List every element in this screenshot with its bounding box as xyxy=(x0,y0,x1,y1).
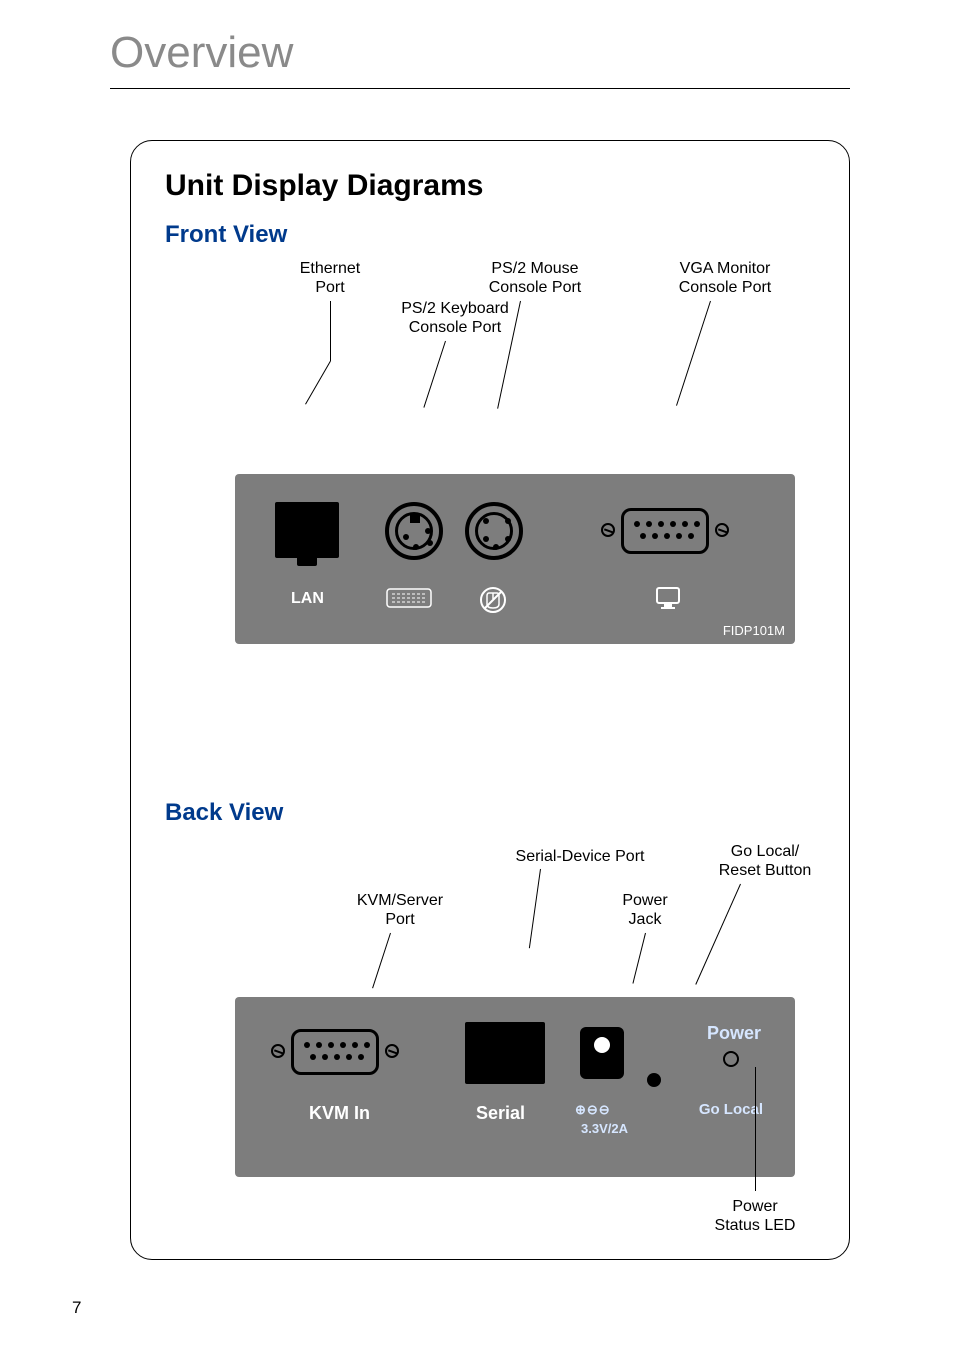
ethernet-port-icon xyxy=(275,502,339,558)
page-number: 7 xyxy=(72,1298,81,1318)
powerled-callout: Power Status LED xyxy=(685,1197,825,1235)
callout-text: Port xyxy=(385,911,414,928)
back-panel: KVM In Serial ⊕⊖⊖ 3.3V/2A Power Go Local xyxy=(235,997,795,1177)
callout-text: Go Local/ xyxy=(731,843,799,860)
ps2-keyboard-port-icon xyxy=(385,502,443,560)
mouse-crossed-icon xyxy=(479,586,507,619)
callout-text: Console Port xyxy=(679,279,772,296)
callout-text: Ethernet xyxy=(300,260,360,277)
back-view-heading: Back View xyxy=(165,799,283,827)
callout-text: VGA Monitor xyxy=(680,260,771,277)
polarity-symbol: ⊕⊖⊖ xyxy=(575,1102,611,1118)
golocal-callout: Go Local/ Reset Button xyxy=(695,842,835,880)
ps2-mouse-port-icon xyxy=(465,502,523,560)
lan-label: LAN xyxy=(291,590,324,608)
callout-text: Console Port xyxy=(409,319,502,336)
front-panel: LAN xyxy=(235,474,795,644)
callout-text: Power xyxy=(732,1198,777,1215)
front-view-heading: Front View xyxy=(165,221,815,249)
callout-text: Console Port xyxy=(489,279,582,296)
ethernet-callout: Ethernet Port xyxy=(270,259,390,297)
kvm-in-label: KVM In xyxy=(309,1103,370,1124)
powerjack-callout: Power Jack xyxy=(595,891,695,929)
callout-text: Jack xyxy=(629,911,662,928)
keyboard-icon xyxy=(386,588,432,615)
title-divider xyxy=(110,88,850,89)
page-title: Overview xyxy=(110,28,293,78)
go-local-label: Go Local xyxy=(699,1101,763,1118)
callout-text: Reset Button xyxy=(719,862,812,879)
power-led-icon xyxy=(723,1051,739,1067)
kvm-callout: KVM/Server Port xyxy=(330,891,470,929)
callout-text: PS/2 Keyboard xyxy=(401,300,509,317)
diagram-card: Unit Display Diagrams Front View Etherne… xyxy=(130,140,850,1260)
voltage-label: 3.3V/2A xyxy=(581,1121,628,1136)
serial-callout: Serial-Device Port xyxy=(490,847,670,866)
serial-label: Serial xyxy=(476,1103,525,1124)
callout-text: PS/2 Mouse xyxy=(491,260,578,277)
vga-port-icon xyxy=(605,506,725,556)
section-title: Unit Display Diagrams xyxy=(165,169,815,203)
monitor-icon xyxy=(655,586,681,615)
callout-text: KVM/Server xyxy=(357,892,443,909)
back-view-diagram: Serial-Device Port Go Local/ Reset Butto… xyxy=(165,867,815,1297)
callout-text: Port xyxy=(315,279,344,296)
kvm-port-icon xyxy=(275,1027,395,1077)
ps2mouse-callout: PS/2 Mouse Console Port xyxy=(465,259,605,297)
vga-callout: VGA Monitor Console Port xyxy=(655,259,795,297)
callout-text: Status LED xyxy=(715,1217,796,1234)
front-view-diagram: Ethernet Port PS/2 Mouse Console Port VG… xyxy=(165,339,815,769)
power-label: Power xyxy=(707,1023,761,1044)
power-jack-icon xyxy=(580,1027,624,1079)
ps2kbd-callout: PS/2 Keyboard Console Port xyxy=(375,299,535,337)
callout-text: Power xyxy=(622,892,667,909)
callout-text: Serial-Device Port xyxy=(516,848,645,865)
serial-port-icon xyxy=(465,1022,545,1084)
model-number: FIDP101M xyxy=(723,623,785,638)
go-local-button-icon xyxy=(647,1073,661,1087)
